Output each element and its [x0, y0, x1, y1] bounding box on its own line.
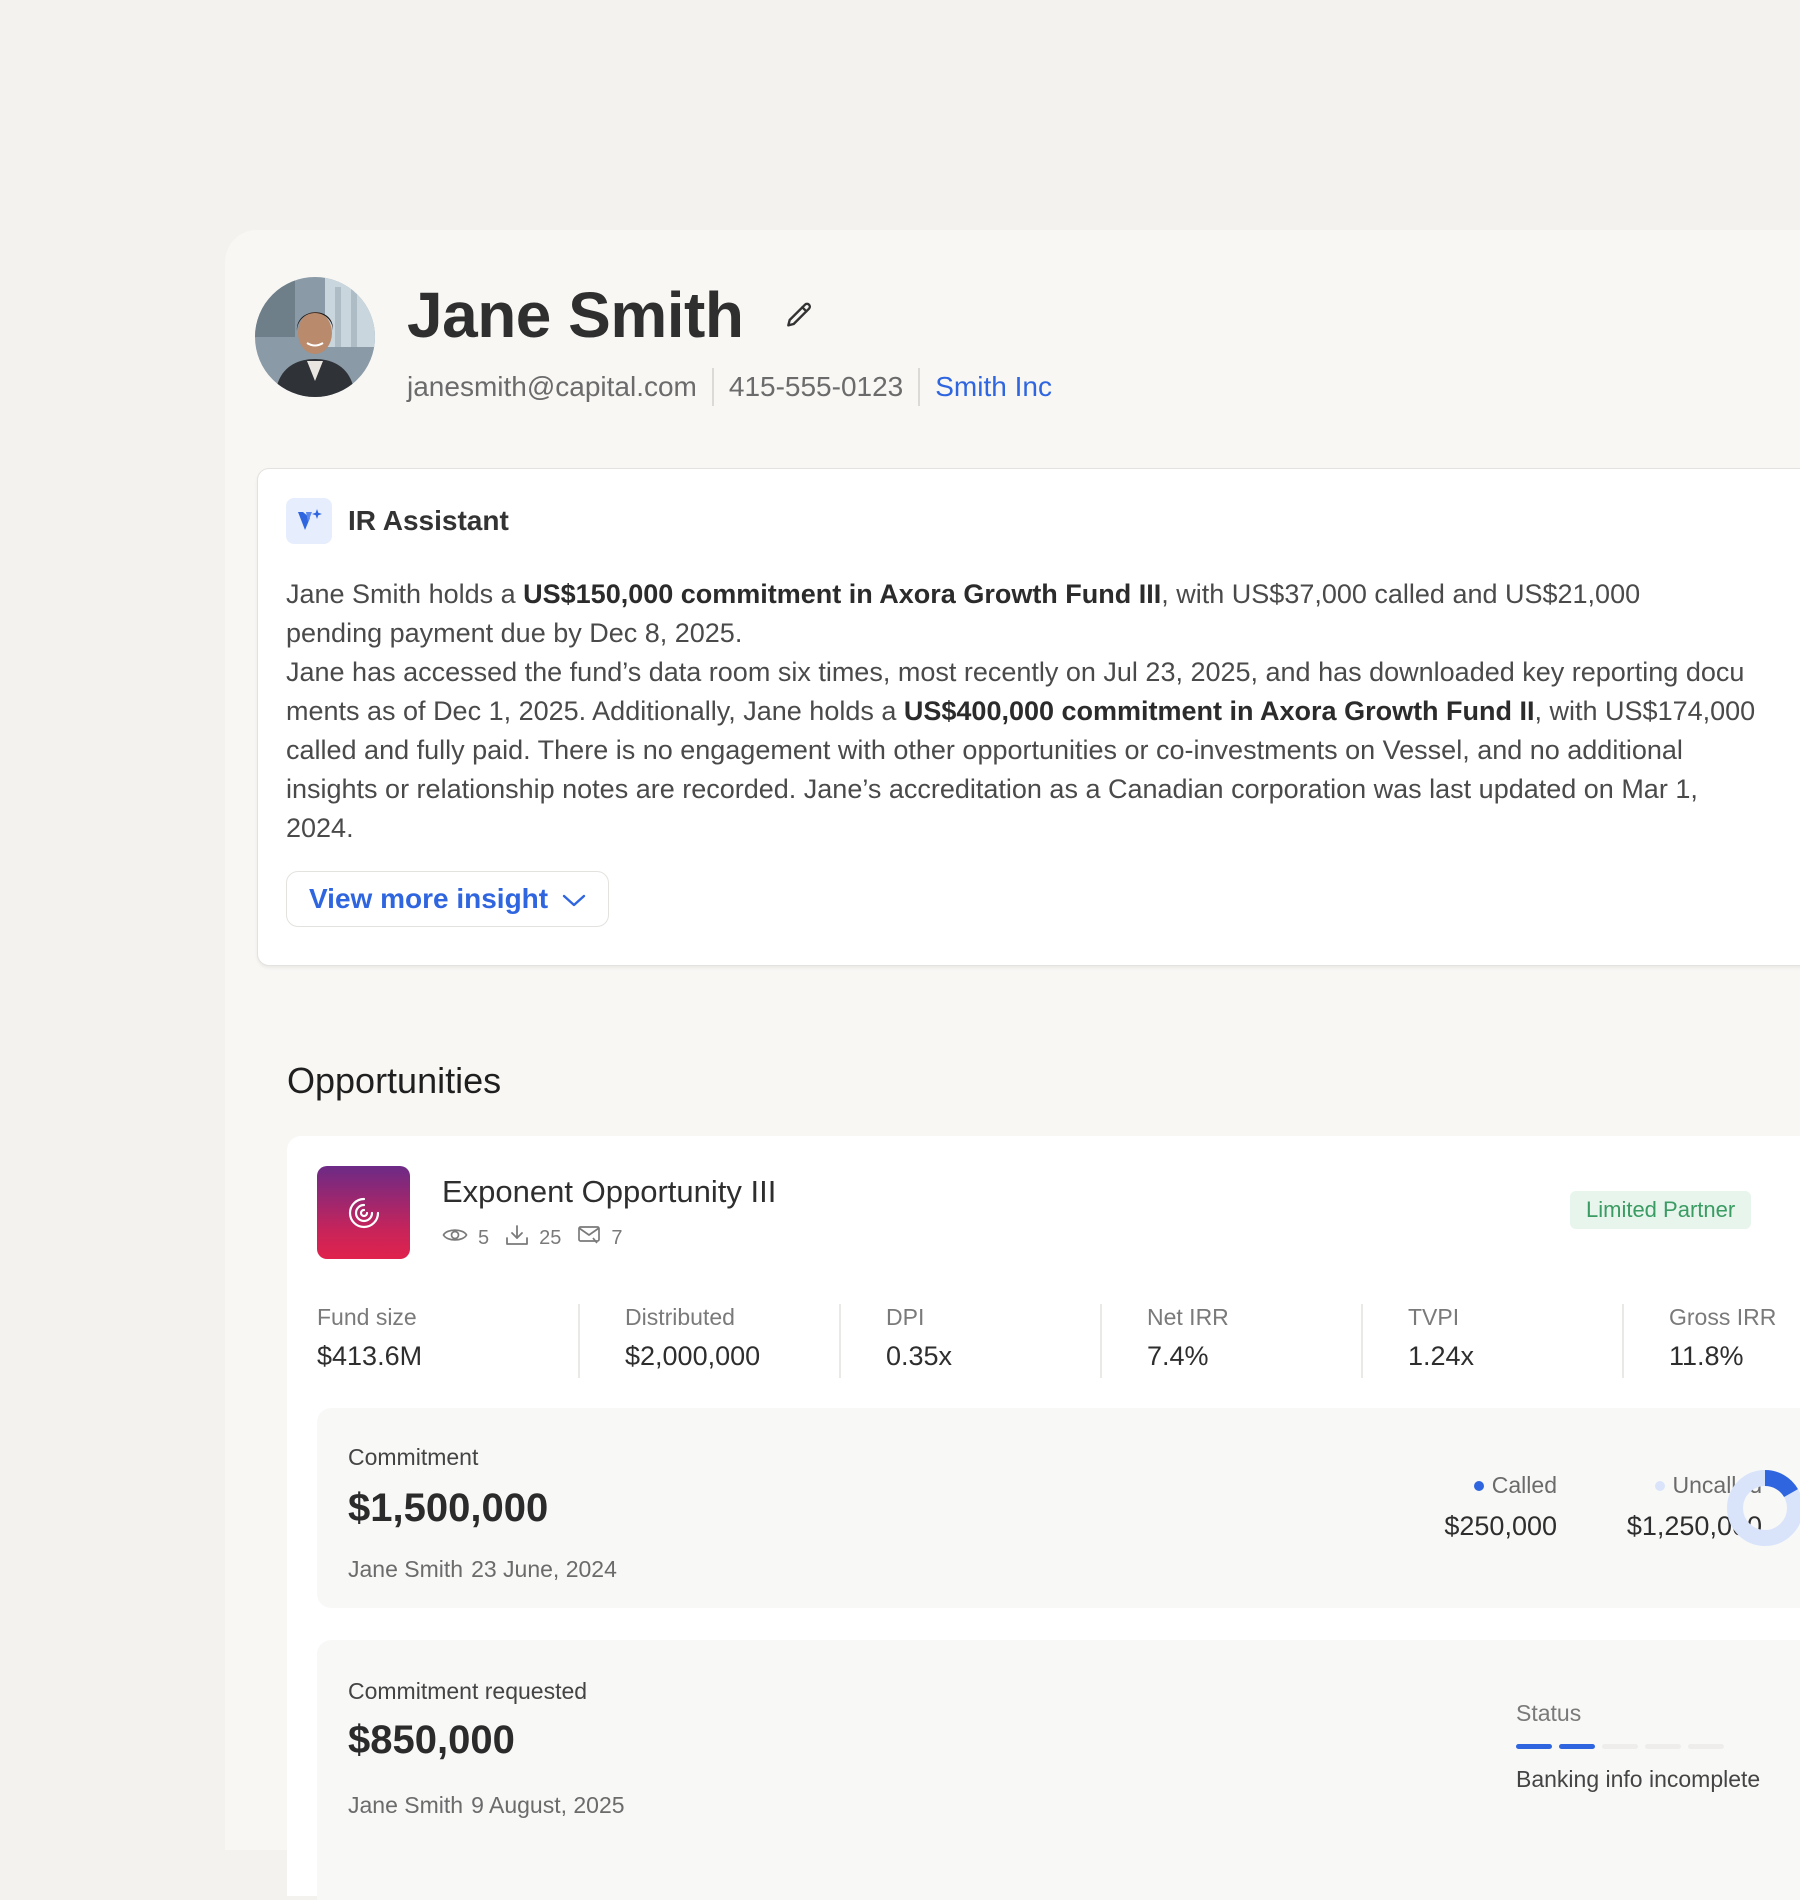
assistant-title: IR Assistant: [348, 505, 509, 536]
contact-info: janesmith@capital.com 415-555-0123 Smith…: [407, 368, 1052, 406]
metric-fund-size: Fund size $413.6M: [317, 1304, 423, 1371]
called-value: $250,000: [1444, 1511, 1557, 1541]
downloads-stat: 25: [505, 1224, 561, 1252]
called-dot: [1473, 1480, 1484, 1491]
uncalled-dot: [1654, 1480, 1665, 1491]
opportunity-card[interactable]: Exponent Opportunity III 5 25 7 Limited …: [287, 1136, 1800, 1900]
request-by: Jane Smith: [348, 1792, 464, 1818]
metric-gross-irr: Gross IRR 11.8%: [1622, 1304, 1800, 1378]
fund-name[interactable]: Exponent Opportunity III: [442, 1174, 776, 1210]
insight-line: pending payment due by Dec 8, 2025.: [286, 618, 743, 648]
metric-tvpi: TVPI 1.24x: [1361, 1304, 1622, 1378]
status-label: Status: [1516, 1700, 1582, 1726]
status-step: [1559, 1744, 1595, 1749]
request-label: Commitment requested: [348, 1678, 588, 1704]
fund-metrics: Fund size $413.6M Distributed $2,000,000…: [317, 1304, 1800, 1378]
request-meta: Jane Smith 9 August, 2025: [348, 1792, 625, 1819]
status-step: [1688, 1744, 1724, 1749]
commitment-panel[interactable]: Commitment $1,500,000 Jane Smith 23 June,…: [317, 1408, 1800, 1608]
status-text: Banking info incomplete: [1516, 1766, 1761, 1792]
metric-net-irr: Net IRR 7.4%: [1100, 1304, 1361, 1378]
phone-text[interactable]: 415-555-0123: [729, 371, 903, 403]
fund-logo: [317, 1166, 410, 1259]
insight-line: Jane Smith holds a US$150,000 commitment…: [286, 579, 1641, 609]
request-date: 9 August, 2025: [471, 1792, 625, 1818]
chevron-down-icon: [562, 883, 586, 915]
status-step: [1516, 1744, 1552, 1749]
commitment-amount: $1,500,000: [348, 1486, 549, 1530]
messages-stat: 7: [577, 1225, 623, 1251]
divider: [918, 368, 921, 406]
views-stat: 5: [442, 1226, 489, 1250]
metric-distributed: Distributed $2,000,000: [578, 1304, 839, 1378]
role-badge: Limited Partner: [1570, 1191, 1752, 1229]
pencil-icon[interactable]: [783, 300, 815, 332]
insight-line: insights or relationship notes are recor…: [286, 774, 1698, 804]
company-link[interactable]: Smith Inc: [935, 371, 1052, 403]
mail-icon: [577, 1225, 601, 1251]
eye-icon: [442, 1226, 468, 1250]
divider: [711, 368, 714, 406]
avatar: [255, 277, 375, 397]
insight-line: ments as of Dec 1, 2025. Additionally, J…: [286, 696, 1756, 726]
contact-panel: Jane Smith janesmith@capital.com 415-555…: [225, 230, 1800, 1900]
commitment-request-panel[interactable]: Commitment requested $850,000 Jane Smith…: [317, 1640, 1800, 1900]
status-step: [1602, 1744, 1638, 1749]
download-icon: [505, 1224, 529, 1252]
status-step: [1645, 1744, 1681, 1749]
insight-line: 2024.: [286, 813, 354, 843]
status-progress: [1516, 1744, 1724, 1749]
fund-engagement-stats: 5 25 7: [442, 1224, 639, 1252]
commitment-meta: Jane Smith 23 June, 2024: [348, 1556, 617, 1583]
called-legend: Called $250,000: [1444, 1472, 1557, 1541]
request-amount: $850,000: [348, 1718, 515, 1762]
view-more-insight-button[interactable]: View more insight: [286, 871, 610, 927]
insight-line: called and fully paid. There is no engag…: [286, 735, 1683, 765]
view-more-label: View more insight: [309, 883, 549, 914]
profile-name: Jane Smith: [407, 279, 744, 351]
metric-dpi: DPI 0.35x: [839, 1304, 1100, 1378]
commitment-date: 23 June, 2024: [471, 1556, 617, 1582]
assistant-sparkle-icon: [286, 498, 332, 544]
commitment-by: Jane Smith: [348, 1556, 464, 1582]
insight-text: Jane Smith holds a US$150,000 commitment…: [286, 575, 1800, 848]
email-text[interactable]: janesmith@capital.com: [407, 371, 697, 403]
ir-assistant-card: IR Assistant Jane Smith holds a US$150,0…: [257, 468, 1800, 966]
commitment-donut: [1727, 1470, 1800, 1546]
insight-line: Jane has accessed the fund’s data room s…: [286, 657, 1745, 687]
commitment-label: Commitment: [348, 1444, 479, 1470]
opportunities-heading: Opportunities: [287, 1060, 502, 1101]
